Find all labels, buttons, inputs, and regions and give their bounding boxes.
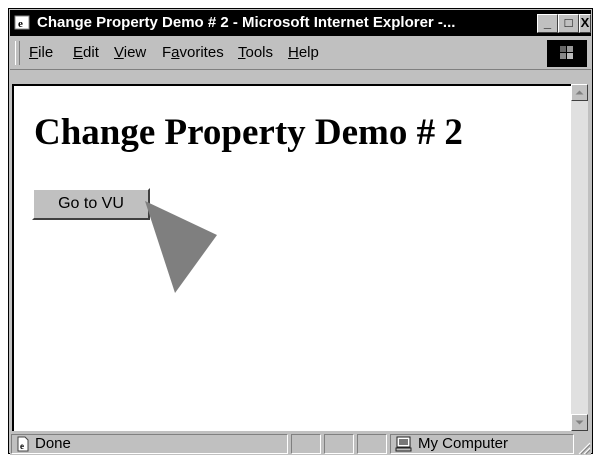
- ie-app-icon: e: [14, 15, 30, 30]
- arrow-up-icon: [575, 90, 584, 95]
- windows-logo-icon: [560, 46, 573, 59]
- status-text: Done: [35, 435, 71, 452]
- resize-grip-icon[interactable]: [577, 441, 591, 455]
- browser-window: e Change Property Demo # 2 - Microsoft I…: [8, 8, 593, 455]
- title-bar[interactable]: e Change Property Demo # 2 - Microsoft I…: [10, 10, 591, 36]
- status-text-field: e Done: [11, 434, 288, 454]
- menu-view[interactable]: View: [114, 44, 146, 61]
- menu-favorites[interactable]: Favorites: [162, 44, 224, 61]
- computer-icon: [395, 436, 412, 452]
- zone-text: My Computer: [418, 435, 509, 452]
- menu-bar: File Edit View Favorites Tools Help: [10, 37, 591, 70]
- svg-text:e: e: [18, 18, 23, 30]
- vertical-scrollbar[interactable]: [571, 84, 588, 431]
- menu-edit[interactable]: Edit: [73, 44, 99, 61]
- zone-field: My Computer: [390, 434, 574, 454]
- menu-file[interactable]: File: [29, 44, 53, 61]
- arrow-down-icon: [575, 420, 584, 425]
- maximize-button[interactable]: □: [558, 14, 579, 33]
- status-bar: e Done My Computer: [10, 433, 591, 455]
- go-to-vu-button[interactable]: Go to VU: [32, 188, 150, 220]
- minimize-button[interactable]: _: [537, 14, 558, 33]
- menu-tools[interactable]: Tools: [238, 44, 273, 61]
- close-button[interactable]: X: [579, 14, 591, 33]
- scroll-down-button[interactable]: [571, 414, 588, 431]
- window-title: Change Property Demo # 2 - Microsoft Int…: [37, 14, 456, 31]
- scroll-up-button[interactable]: [571, 84, 588, 101]
- page-viewport[interactable]: Change Property Demo # 2 Go to VU: [12, 84, 582, 431]
- menu-help[interactable]: Help: [288, 44, 319, 61]
- throbber: [547, 40, 587, 67]
- svg-text:e: e: [20, 441, 24, 451]
- cursor-arrow-icon: [145, 201, 217, 293]
- close-icon: X: [580, 15, 590, 30]
- page-done-icon: e: [17, 436, 29, 452]
- toolbar-grip[interactable]: [15, 41, 20, 65]
- page-title: Change Property Demo # 2: [34, 112, 463, 153]
- status-pane-offline: [324, 434, 354, 454]
- status-pane-progress: [291, 434, 321, 454]
- status-pane-security: [357, 434, 387, 454]
